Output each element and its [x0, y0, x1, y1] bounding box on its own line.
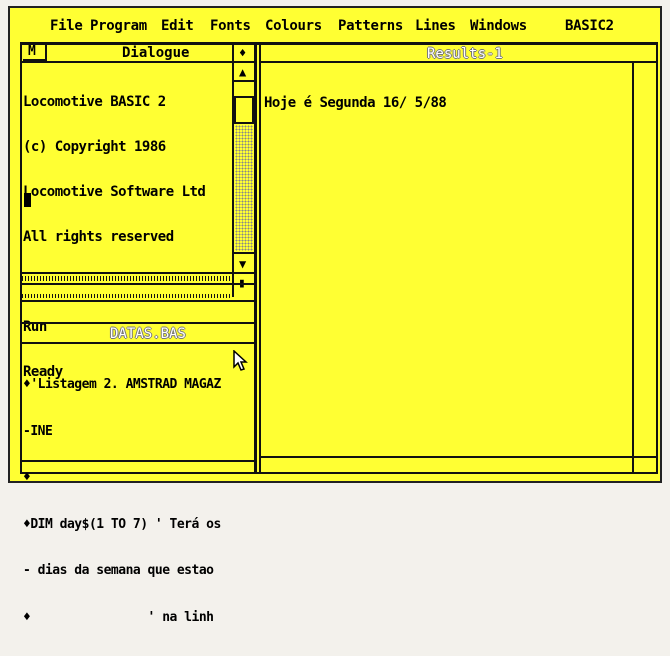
- menu-file[interactable]: File: [50, 18, 83, 34]
- split-outer: [254, 42, 257, 474]
- dialogue-scroll-track[interactable]: [235, 125, 253, 251]
- frame-right: [656, 42, 658, 474]
- menu-patterns[interactable]: Patterns: [338, 18, 403, 34]
- menu-edit[interactable]: Edit: [161, 18, 194, 34]
- frame-left: [20, 42, 22, 474]
- app-name: BASIC2: [565, 18, 614, 34]
- program-line: ♦DIM day$(1 TO 7) ' Terá os: [23, 516, 221, 532]
- program-top-rule: [22, 322, 254, 324]
- scroll-lower-rule: [232, 272, 254, 274]
- program-line: ♦ ' na linh: [23, 609, 214, 625]
- up-arrow-icon[interactable]: ▲: [239, 66, 246, 78]
- results-title: Results-1: [427, 46, 503, 62]
- program-line: -INE: [23, 423, 53, 439]
- results-bottom-rule: [261, 456, 656, 458]
- program-line: - dias da semana que estao: [23, 563, 214, 578]
- dialogue-line: Locomotive BASIC 2: [23, 94, 166, 110]
- dialogue-hscroll-track[interactable]: [22, 276, 232, 281]
- dialogue-scrollbar-edge: [232, 45, 234, 297]
- menu-program[interactable]: Program: [90, 18, 147, 34]
- hscroll-top-rule: [22, 272, 234, 274]
- mouse-pointer-icon: [233, 350, 248, 371]
- split-inner: [259, 42, 261, 474]
- dialogue-bottom-rule: [22, 300, 254, 302]
- program-listing: ♦'Listagem 2. AMSTRAD MAGAZ -INE ♦ ♦DIM …: [23, 346, 245, 656]
- dialogue-title-rule: [22, 61, 254, 63]
- amstrad-gem-screen: File Program Edit Fonts Colours Patterns…: [8, 6, 662, 625]
- dialogue-close-box[interactable]: M: [23, 44, 47, 61]
- results-scrollbar-edge: [632, 63, 634, 474]
- dialogue-line: All rights reserved: [23, 229, 174, 245]
- program-line: ♦'Listagem 2. AMSTRAD MAGAZ: [23, 377, 221, 392]
- scroll-title-rule: [232, 61, 254, 63]
- program-line: ♦: [23, 470, 31, 485]
- dialogue-hscroll-track-2[interactable]: [22, 294, 232, 298]
- menu-bar: File Program Edit Fonts Colours Patterns…: [10, 18, 660, 40]
- program-bottom-rule: [22, 460, 254, 462]
- results-title-rule: [261, 61, 656, 63]
- scroll-down-rule: [232, 252, 254, 254]
- program-title: DATAS.BAS: [110, 326, 186, 342]
- dialogue-title: Dialogue: [122, 45, 190, 61]
- down-arrow-icon[interactable]: ▼: [239, 258, 246, 270]
- menu-fonts[interactable]: Fonts: [210, 18, 251, 34]
- menu-divider: [20, 42, 658, 45]
- text-cursor: [24, 193, 31, 207]
- dialogue-scroll-thumb[interactable]: [234, 96, 254, 124]
- diamond-icon[interactable]: ♦: [239, 47, 246, 59]
- results-line: Hoje é Segunda 16/ 5/88: [264, 95, 447, 111]
- results-text: Hoje é Segunda 16/ 5/88: [264, 66, 447, 141]
- menu-colours[interactable]: Colours: [265, 18, 322, 34]
- hscroll-mid-rule: [22, 283, 254, 285]
- menu-lines[interactable]: Lines: [415, 18, 456, 34]
- program-title-rule: [22, 342, 254, 344]
- menu-windows[interactable]: Windows: [470, 18, 527, 34]
- close-box-label: M: [28, 44, 36, 59]
- dialogue-line: (c) Copyright 1986: [23, 139, 166, 155]
- dialogue-line: Locomotive Software Ltd: [23, 184, 206, 200]
- scroll-up-rule: [232, 80, 254, 82]
